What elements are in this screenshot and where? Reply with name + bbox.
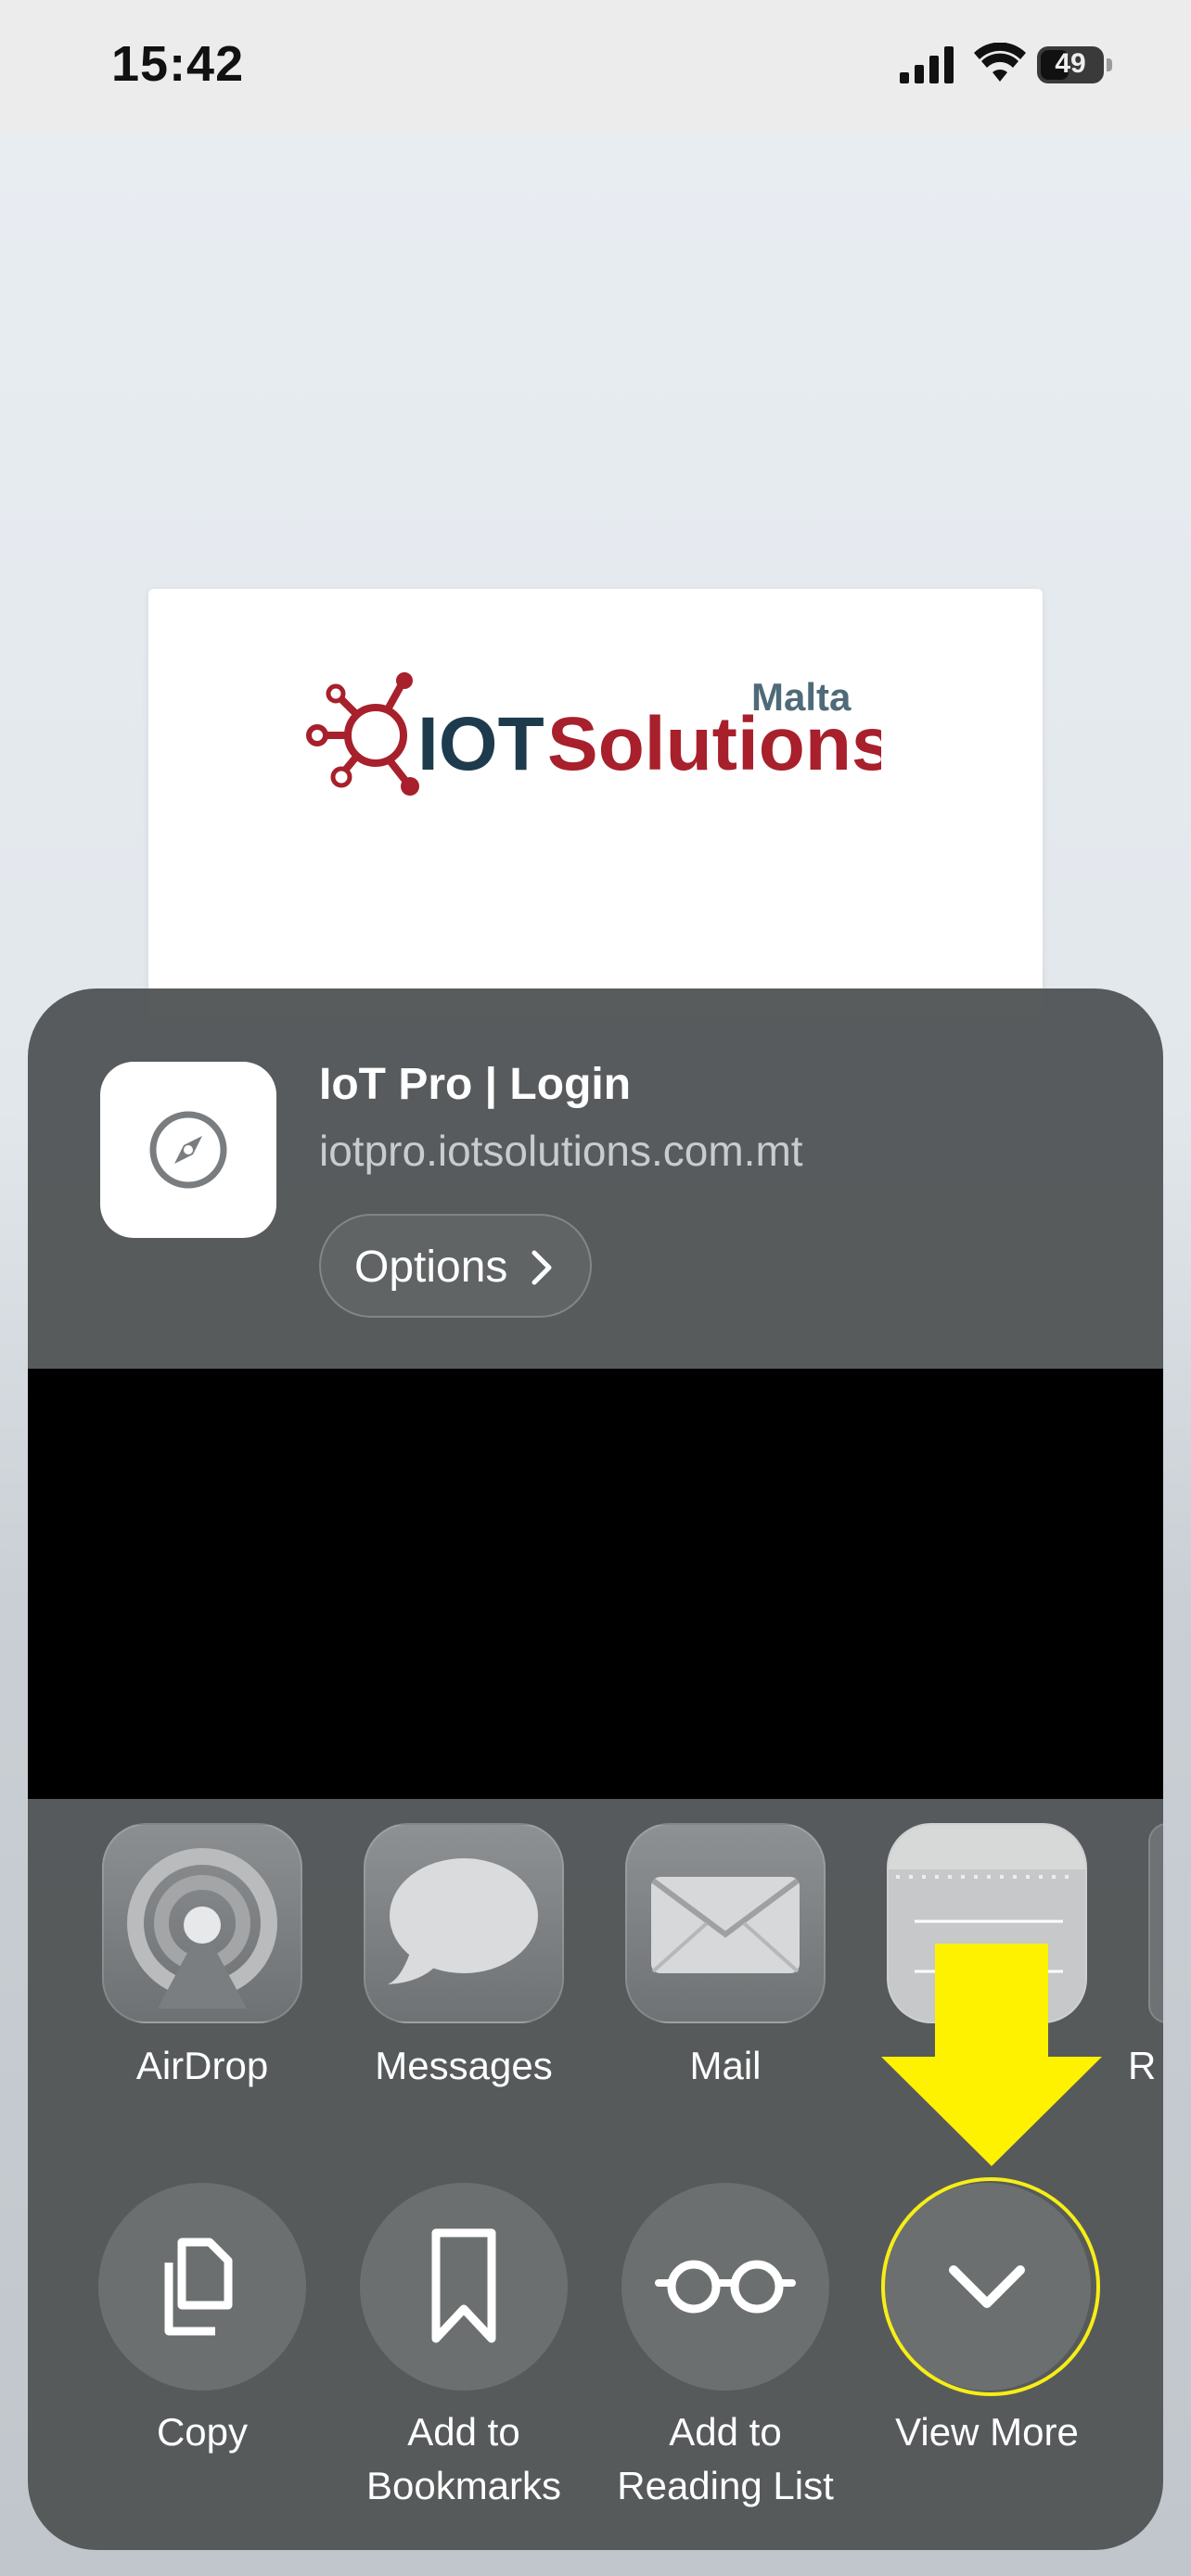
action-label-bookmarks: Add to Bookmarks	[343, 2405, 584, 2513]
add-to-bookmarks-button[interactable]	[360, 2183, 568, 2391]
page-title: IoT Pro | Login	[319, 1060, 632, 1109]
action-label-reading-list: Add to Reading List	[605, 2405, 846, 2513]
action-label-bookmarks-line2: Bookmarks	[365, 2464, 562, 2507]
app-label-mail: Mail	[689, 2044, 762, 2087]
mail-icon	[651, 1877, 800, 1973]
action-label-view-more: View More	[895, 2410, 1079, 2454]
cellular-signal-icon	[900, 46, 954, 83]
status-time: 15:42	[111, 36, 245, 92]
logo-text-malta: Malta	[751, 675, 852, 719]
airdrop-app[interactable]	[102, 1823, 302, 2023]
partial-app[interactable]	[1148, 1823, 1163, 2023]
yellow-arrow-down-icon	[881, 1944, 1102, 2166]
view-more-highlight	[881, 2177, 1100, 2396]
app-label-partial: R	[1128, 2044, 1157, 2087]
action-label-reading-list-line1: Add to	[669, 2410, 782, 2454]
airdrop-icon	[127, 1848, 277, 2009]
copy-icon	[164, 2238, 233, 2336]
app-label-airdrop: AirDrop	[135, 2044, 269, 2087]
mail-app[interactable]	[625, 1823, 826, 2023]
page-url: iotpro.iotsolutions.com.mt	[319, 1127, 803, 1175]
status-bar: 15:42 49	[0, 0, 1191, 132]
action-label-copy: Copy	[156, 2410, 249, 2454]
options-label: Options	[354, 1243, 508, 1292]
messages-icon	[388, 1858, 538, 1984]
safari-compass-icon	[149, 1111, 227, 1189]
wifi-icon	[974, 43, 1026, 82]
options-button[interactable]: Options	[319, 1214, 592, 1318]
add-to-reading-list-button[interactable]	[621, 2183, 829, 2391]
battery-percent: 49	[1055, 48, 1086, 79]
page-thumbnail	[100, 1062, 276, 1238]
chevron-right-icon	[531, 1250, 552, 1285]
iot-solutions-logo: IOT Solutions Malta	[306, 672, 881, 796]
redacted-region	[28, 1369, 1163, 1799]
share-sheet: IoT Pro | Login iotpro.iotsolutions.com.…	[28, 988, 1163, 2550]
bookmark-icon	[431, 2228, 496, 2343]
battery-icon: 49	[1037, 46, 1113, 85]
copy-button[interactable]	[98, 2183, 306, 2391]
app-label-messages: Messages	[375, 2044, 553, 2087]
action-label-bookmarks-line1: Add to	[407, 2410, 520, 2454]
logo-text-iot: IOT	[417, 702, 544, 786]
messages-app[interactable]	[364, 1823, 564, 2023]
action-label-reading-list-line2: Reading List	[617, 2464, 834, 2507]
glasses-icon	[655, 2260, 796, 2314]
